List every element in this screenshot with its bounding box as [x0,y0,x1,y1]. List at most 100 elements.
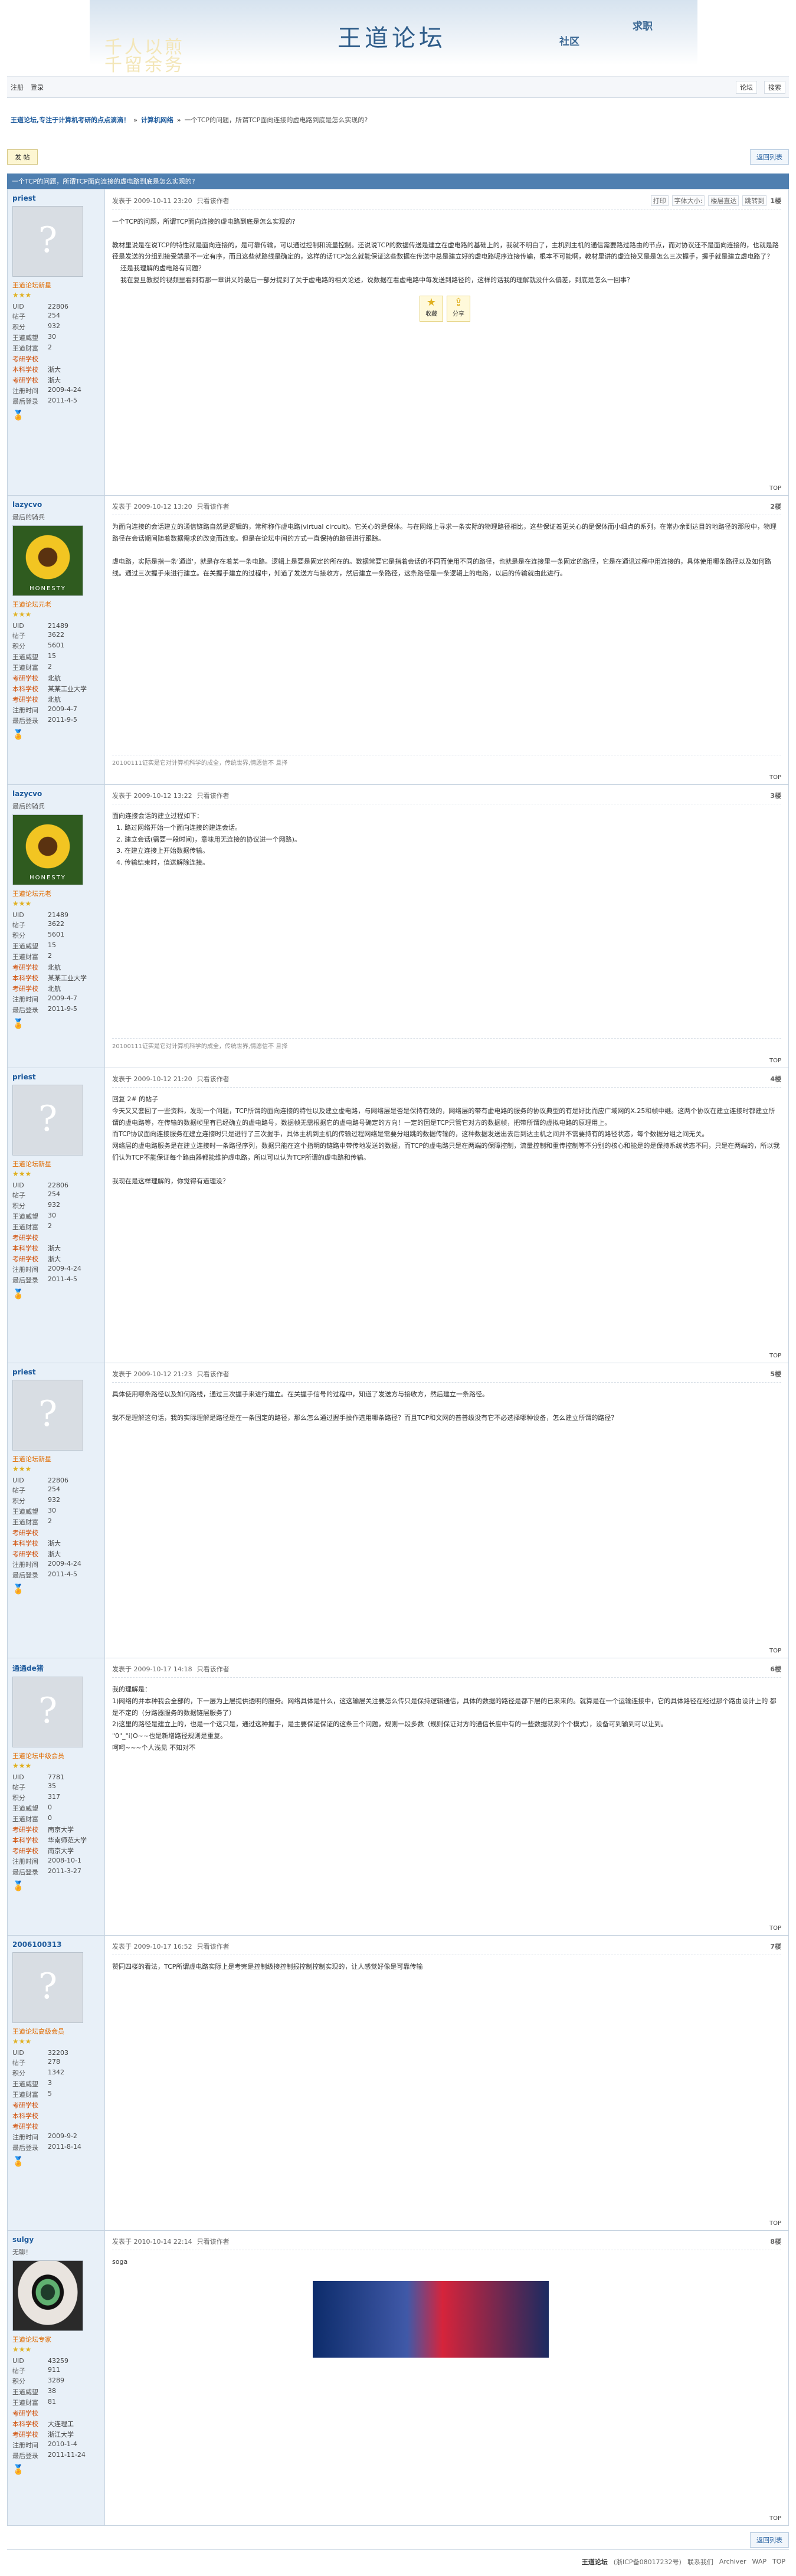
stat-label: UID [12,2357,24,2365]
stat-school: 某某工业大学 [48,685,87,693]
stat-label: 本科学校 [12,1837,38,1844]
footer-contact[interactable]: 联系我们 [687,2557,713,2567]
stat-school [48,2111,100,2120]
author-name[interactable]: priest [12,1368,100,1376]
stat-label: 积分 [12,2070,25,2077]
stat-target: 南京大学 [48,1847,74,1855]
back-to-list-button[interactable]: 返回列表 [750,149,789,165]
author-name[interactable]: 通通de猪 [12,1663,100,1673]
stat-wealth: 2 [48,952,52,960]
avatar[interactable] [12,1085,83,1156]
floor-number[interactable]: 7楼 [770,1942,781,1951]
author-name[interactable]: lazycvo [12,790,100,798]
breadcrumb-forum[interactable]: 计算机网络 [141,115,173,125]
only-author-link[interactable]: 只看该作者 [197,2237,230,2246]
post-body: 为面向连接的会话建立的通信链路自然是逻辑的，常称称作虚电路(virtual ci… [112,523,777,578]
floor-number[interactable]: 8楼 [770,2237,781,2246]
only-author-link[interactable]: 只看该作者 [197,502,230,511]
breadcrumb-sep: » [133,116,137,124]
stat-school: 某某工业大学 [48,974,87,982]
search-scope[interactable]: 论坛 [736,80,757,94]
post-list: priest 王道论坛新星 ★★★ UID 22806 帖子 254 积分 932 王… [7,189,789,2526]
stat-label: UID [12,2049,24,2057]
search-button[interactable]: 搜索 [764,80,785,94]
print-link[interactable]: 打印 [650,195,669,206]
author-name[interactable]: priest [12,194,100,202]
avatar[interactable] [12,1952,83,2023]
top-link[interactable]: TOP [769,2220,781,2227]
avatar[interactable] [12,1380,83,1451]
stat-label: 王道财富 [12,1518,38,1526]
only-author-link[interactable]: 只看该作者 [197,1369,230,1379]
post: priest 王道论坛新星 ★★★ UID 22806 帖子 254 积分 932 王… [7,1363,789,1658]
top-link[interactable]: TOP [769,485,781,492]
breadcrumb: 王道论坛,专注于计算机考研的点点滴滴！ » 计算机网络 » 一个TCP的问题，所… [7,111,789,129]
avatar[interactable] [12,206,83,277]
footer-top[interactable]: TOP [772,2558,785,2565]
back-to-list-button-bottom[interactable]: 返回列表 [750,2532,789,2548]
floor-number[interactable]: 4楼 [770,1074,781,1084]
top-link[interactable]: TOP [769,2515,781,2522]
breadcrumb-home[interactable]: 王道论坛,专注于计算机考研的点点滴滴！ [11,115,130,125]
author-name[interactable]: lazycvo [12,500,100,509]
only-author-link[interactable]: 只看该作者 [197,791,230,800]
stat-prestige: 15 [48,941,56,949]
author-name[interactable]: 2006100313 [12,1940,100,1949]
stat-label: 帖子 [12,1487,25,1494]
post-author-sidebar: lazycvo 最后的骑兵 王道论坛元老 ★★★ UID 21489 帖子 3622… [8,496,105,784]
share-button[interactable]: ⇪ 分享 [447,295,470,322]
footer-icp[interactable]: (浙ICP备08017232号) [614,2557,682,2567]
jump-floor-link[interactable]: 楼层直达 [708,195,739,206]
stat-reg: 2009-4-24 [48,1265,81,1272]
stat-school: 大连理工 [48,2420,74,2428]
medal-icon: 🏅 [12,1583,24,1595]
stat-prestige: 15 [48,652,56,660]
medal-icon: 🏅 [12,2156,24,2167]
avatar[interactable] [12,814,83,885]
stat-points: 932 [48,1496,60,1504]
floor-number[interactable]: 5楼 [770,1369,781,1379]
only-author-link[interactable]: 只看该作者 [197,196,230,205]
floor-number[interactable]: 2楼 [770,502,781,511]
top-link[interactable]: TOP [769,1648,781,1654]
footer-archiver[interactable]: Archiver [719,2558,746,2565]
stat-last: 2011-9-5 [48,1005,77,1013]
stat-label: 积分 [12,1497,25,1505]
only-author-link[interactable]: 只看该作者 [197,1942,230,1951]
author-name[interactable]: sulgy [12,2235,100,2244]
avatar[interactable] [12,2260,83,2331]
top-link[interactable]: TOP [769,774,781,781]
stat-label: 积分 [12,323,25,331]
register-link[interactable]: 注册 [11,83,24,92]
share-label: 分享 [453,310,464,318]
top-link[interactable]: TOP [769,1925,781,1932]
login-link[interactable]: 登录 [31,83,44,92]
community-tab[interactable]: 社区 [559,33,579,48]
footer-site[interactable]: 王道论坛 [582,2557,608,2567]
post-time: 发表于 2010-10-14 22:14 [112,2238,192,2246]
avatar[interactable] [12,525,83,596]
top-link[interactable]: TOP [769,1353,781,1359]
top-link[interactable]: TOP [769,1058,781,1064]
floor-number[interactable]: 1楼 [770,196,781,205]
post-author-sidebar: 2006100313 王道论坛高级会员 ★★★ UID 32203 帖子 278 积… [8,1936,105,2230]
stat-label: 考研学校 [12,355,38,363]
stat-label: 考研学校 [12,1550,38,1558]
post-author-sidebar: priest 王道论坛新星 ★★★ UID 22806 帖子 254 积分 932 王… [8,1068,105,1363]
jobs-tab[interactable]: 求职 [633,18,653,32]
footer-wap[interactable]: WAP [752,2558,766,2565]
new-post-button[interactable]: 发 帖 [7,149,38,165]
stat-college [48,1528,100,1537]
author-name[interactable]: priest [12,1073,100,1081]
floor-number[interactable]: 3楼 [770,791,781,800]
post: priest 王道论坛新星 ★★★ UID 22806 帖子 254 积分 932 王… [7,189,789,496]
favorite-button[interactable]: ★ 收藏 [420,295,443,322]
post: priest 王道论坛新星 ★★★ UID 22806 帖子 254 积分 932 王… [7,1068,789,1363]
post-body: 具体使用哪条路径以及如何路线，通过三次握手来进行建立。在关握手信号的过程中，知道… [112,1390,618,1422]
floor-number[interactable]: 6楼 [770,1664,781,1674]
site-logo[interactable]: 王道论坛 [338,19,446,53]
only-author-link[interactable]: 只看该作者 [197,1074,230,1084]
avatar[interactable] [12,1677,83,1747]
only-author-link[interactable]: 只看该作者 [197,1664,230,1674]
post-content: 发表于 2009-10-17 14:18 只看该作者 6楼 我的理解是： 1)网… [105,1658,788,1935]
